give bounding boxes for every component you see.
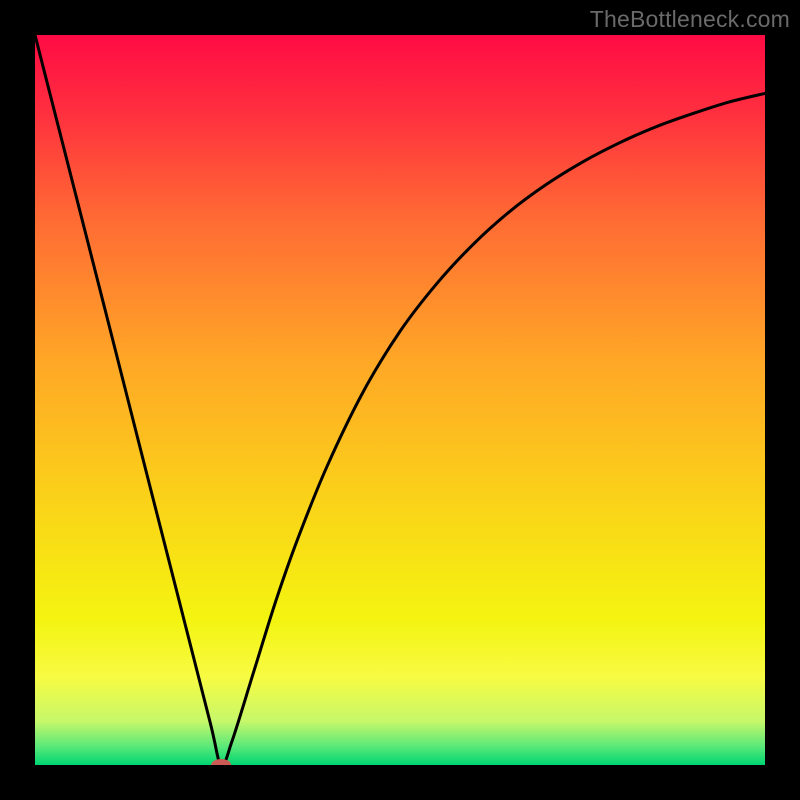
watermark-text: TheBottleneck.com — [590, 6, 790, 33]
bottleneck-chart — [35, 35, 765, 765]
plot-area — [35, 35, 765, 765]
chart-frame: TheBottleneck.com — [0, 0, 800, 800]
gradient-background — [35, 35, 765, 765]
